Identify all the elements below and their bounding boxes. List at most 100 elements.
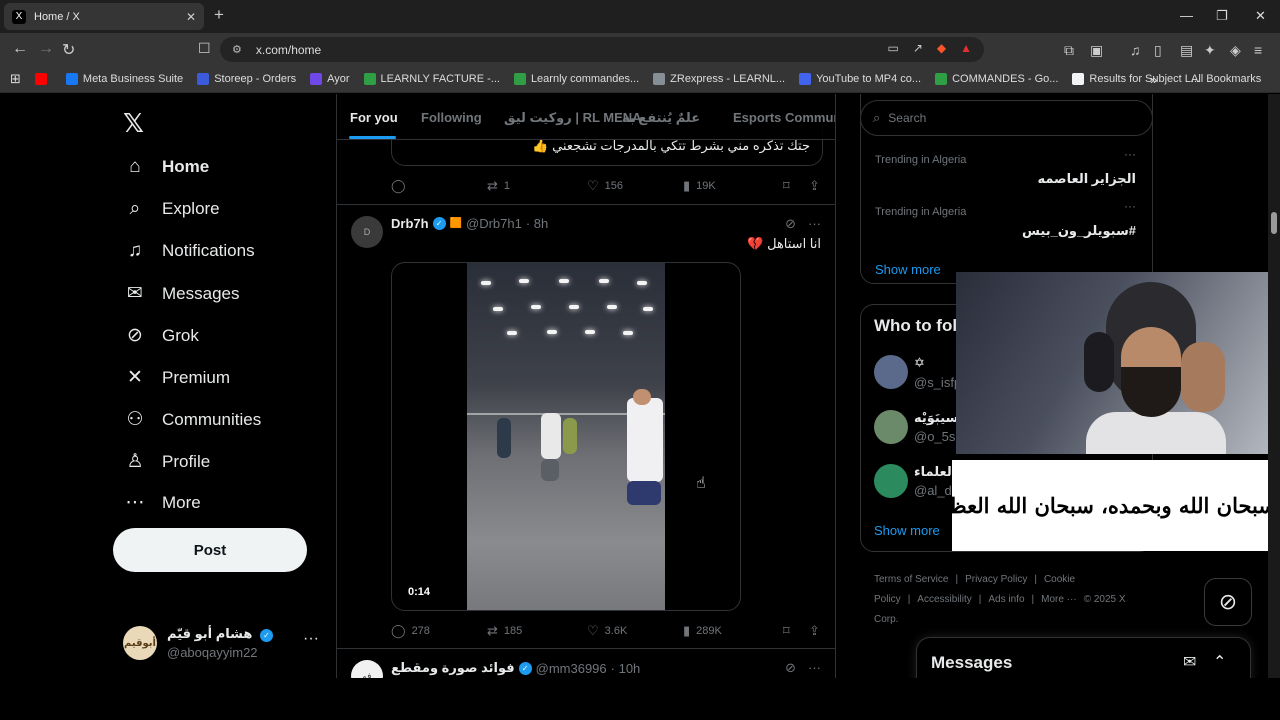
trend-name[interactable]: الجزاير العاصمه	[1037, 171, 1136, 187]
site-info-icon[interactable]: ⚙	[232, 43, 242, 56]
grok-icon[interactable]: ⊘	[785, 660, 796, 676]
cast-icon[interactable]: ▭	[887, 41, 898, 55]
reply-button[interactable]: ◯	[391, 178, 412, 194]
more-icon[interactable]: ···	[808, 216, 821, 232]
reload-button[interactable]: ↻	[62, 40, 75, 60]
share-icon[interactable]: ↗	[913, 41, 923, 55]
bookmark-item[interactable]: COMMANDES - Go...	[935, 73, 1058, 85]
avatar[interactable]	[874, 410, 908, 444]
wallet-icon[interactable]: ▤	[1180, 42, 1193, 59]
tab-following[interactable]: Following	[421, 110, 482, 125]
close-window-icon[interactable]: ✕	[1255, 8, 1266, 24]
brave-rewards-icon[interactable]: ▲	[960, 41, 972, 55]
tweet-author-name[interactable]: Drb7h	[391, 216, 429, 231]
menu-icon[interactable]: ≡	[1254, 42, 1262, 58]
footer-link[interactable]: Ads info	[988, 594, 1024, 605]
tweet-author-name[interactable]: فوائد صورة ومقطع	[391, 660, 515, 676]
bookmark-item[interactable]: Learnly commandes...	[513, 73, 639, 85]
vpn-icon[interactable]: ◈	[1230, 42, 1241, 59]
avatar[interactable]: D	[351, 216, 383, 248]
tweet-author-handle[interactable]: @Drb7h1	[466, 216, 522, 231]
grok-floating-button[interactable]: ⊘	[1204, 578, 1252, 626]
scrollbar-thumb[interactable]	[1271, 212, 1277, 234]
bookmark-button[interactable]: ⌑	[783, 178, 796, 194]
nav-item-communities[interactable]: ⚇ Communities	[123, 408, 261, 431]
repost-button[interactable]: ⇄ 1	[487, 178, 510, 194]
leo-ai-icon[interactable]: ✦	[1204, 42, 1216, 59]
follow-name[interactable]: العلماء	[914, 464, 956, 480]
nav-item-notifications[interactable]: ♫ Notifications	[123, 240, 255, 262]
tweet-time[interactable]: · 10h	[611, 661, 641, 676]
views-button[interactable]: ▮ 289K	[683, 623, 722, 639]
like-button[interactable]: ♡ 3.6K	[587, 623, 627, 639]
tab-esports[interactable]: Esports Commun	[733, 110, 835, 125]
footer-link[interactable]: Accessibility	[917, 594, 971, 605]
close-tab-icon[interactable]: ✕	[186, 10, 196, 24]
sidebar-icon[interactable]: ▯	[1154, 42, 1162, 59]
footer-link[interactable]: More ···	[1041, 594, 1077, 605]
minimize-icon[interactable]: —	[1180, 8, 1193, 23]
follow-name[interactable]: سيبَوَيْه	[914, 410, 958, 426]
bookmark-item[interactable]: Results for Subject L...	[1072, 73, 1200, 85]
more-icon[interactable]: ···	[1124, 199, 1136, 213]
tweet-author-handle[interactable]: @mm36996	[536, 661, 607, 676]
address-bar[interactable]: ⚙ x.com/home ▭ ↗ ◆ ▲	[220, 37, 984, 62]
bookmark-item[interactable]: Ayor	[310, 73, 350, 85]
footer-link[interactable]: Privacy Policy	[965, 574, 1027, 585]
account-more-icon[interactable]: ···	[303, 630, 319, 648]
extensions-icon[interactable]: ⧉	[1064, 42, 1074, 59]
bookmark-item[interactable]: YouTube to MP4 co...	[799, 73, 921, 85]
bookmarks-overflow-icon[interactable]: »	[1150, 72, 1157, 87]
bookmark-item[interactable]: Storeep - Orders	[197, 73, 296, 85]
share-button[interactable]: ⇪	[809, 178, 826, 194]
tweet-video[interactable]: 0:14	[391, 262, 741, 611]
trend-name[interactable]: #سبويلر_ون_بيس	[1022, 223, 1136, 239]
new-message-icon[interactable]: ✉	[1183, 652, 1196, 672]
tweet-time[interactable]: · 8h	[526, 216, 548, 231]
bookmark-item[interactable]	[34, 73, 52, 85]
nav-item-profile[interactable]: ♙ Profile	[123, 450, 210, 473]
all-bookmarks-button[interactable]: All Bookmarks	[1186, 73, 1261, 85]
x-logo-icon[interactable]: 𝕏	[123, 108, 144, 139]
nav-item-premium[interactable]: ✕ Premium	[123, 366, 230, 389]
nav-item-home[interactable]: ⌂ Home	[123, 156, 209, 178]
repost-button[interactable]: ⇄ 185	[487, 623, 522, 639]
media-icon[interactable]: ♫	[1130, 42, 1141, 58]
bookmark-item[interactable]: LEARNLY FACTURE -...	[363, 73, 500, 85]
grok-icon[interactable]: ⊘	[785, 216, 796, 232]
footer-link[interactable]: Terms of Service	[874, 574, 948, 585]
expand-icon[interactable]: ⌃	[1213, 652, 1226, 672]
brave-shield-icon[interactable]: ◆	[937, 41, 946, 55]
browser-tab-active[interactable]: X Home / X ✕	[4, 3, 204, 30]
tab-for-you[interactable]: For you	[350, 110, 398, 125]
tab-rl-mena[interactable]: روكيت ليق | RL MENA	[504, 110, 642, 126]
account-switcher[interactable]: أبوقيم هشام أبو قيّم ✓ @aboqayyim22 ···	[123, 624, 323, 664]
bookmark-item[interactable]: ZRexpress - LEARNL...	[653, 73, 785, 85]
avatar[interactable]	[874, 464, 908, 498]
nav-item-grok[interactable]: ⊘ Grok	[123, 324, 199, 347]
page-scrollbar[interactable]	[1268, 94, 1280, 678]
tab-search-icon[interactable]: ▣	[1090, 42, 1103, 59]
new-tab-button[interactable]: +	[214, 5, 224, 25]
back-button[interactable]: ←	[12, 40, 28, 58]
bookmark-icon[interactable]: ☐	[198, 40, 211, 57]
bookmark-button[interactable]: ⌑	[783, 623, 796, 639]
like-button[interactable]: ♡ 156	[587, 178, 623, 194]
avatar[interactable]	[874, 355, 908, 389]
maximize-icon[interactable]: ❐	[1216, 8, 1228, 24]
show-more-link[interactable]: Show more	[875, 262, 941, 277]
apps-grid-icon[interactable]: ⊞	[10, 71, 21, 87]
post-button[interactable]: Post	[113, 528, 307, 572]
nav-item-more[interactable]: ⋯ More	[123, 491, 201, 514]
forward-button[interactable]: →	[38, 40, 54, 58]
views-button[interactable]: ▮ 19K	[683, 178, 716, 194]
more-icon[interactable]: ···	[808, 660, 821, 676]
nav-item-explore[interactable]: ⌕ Explore	[123, 198, 220, 220]
follow-name[interactable]: ✡︎	[914, 355, 925, 371]
share-button[interactable]: ⇪	[809, 623, 826, 639]
more-icon[interactable]: ···	[1124, 147, 1136, 161]
bookmark-item[interactable]: Meta Business Suite	[65, 73, 183, 85]
nav-item-messages[interactable]: ✉ Messages	[123, 282, 239, 305]
reply-button[interactable]: ◯ 278	[391, 623, 430, 639]
show-more-link[interactable]: Show more	[874, 523, 940, 538]
